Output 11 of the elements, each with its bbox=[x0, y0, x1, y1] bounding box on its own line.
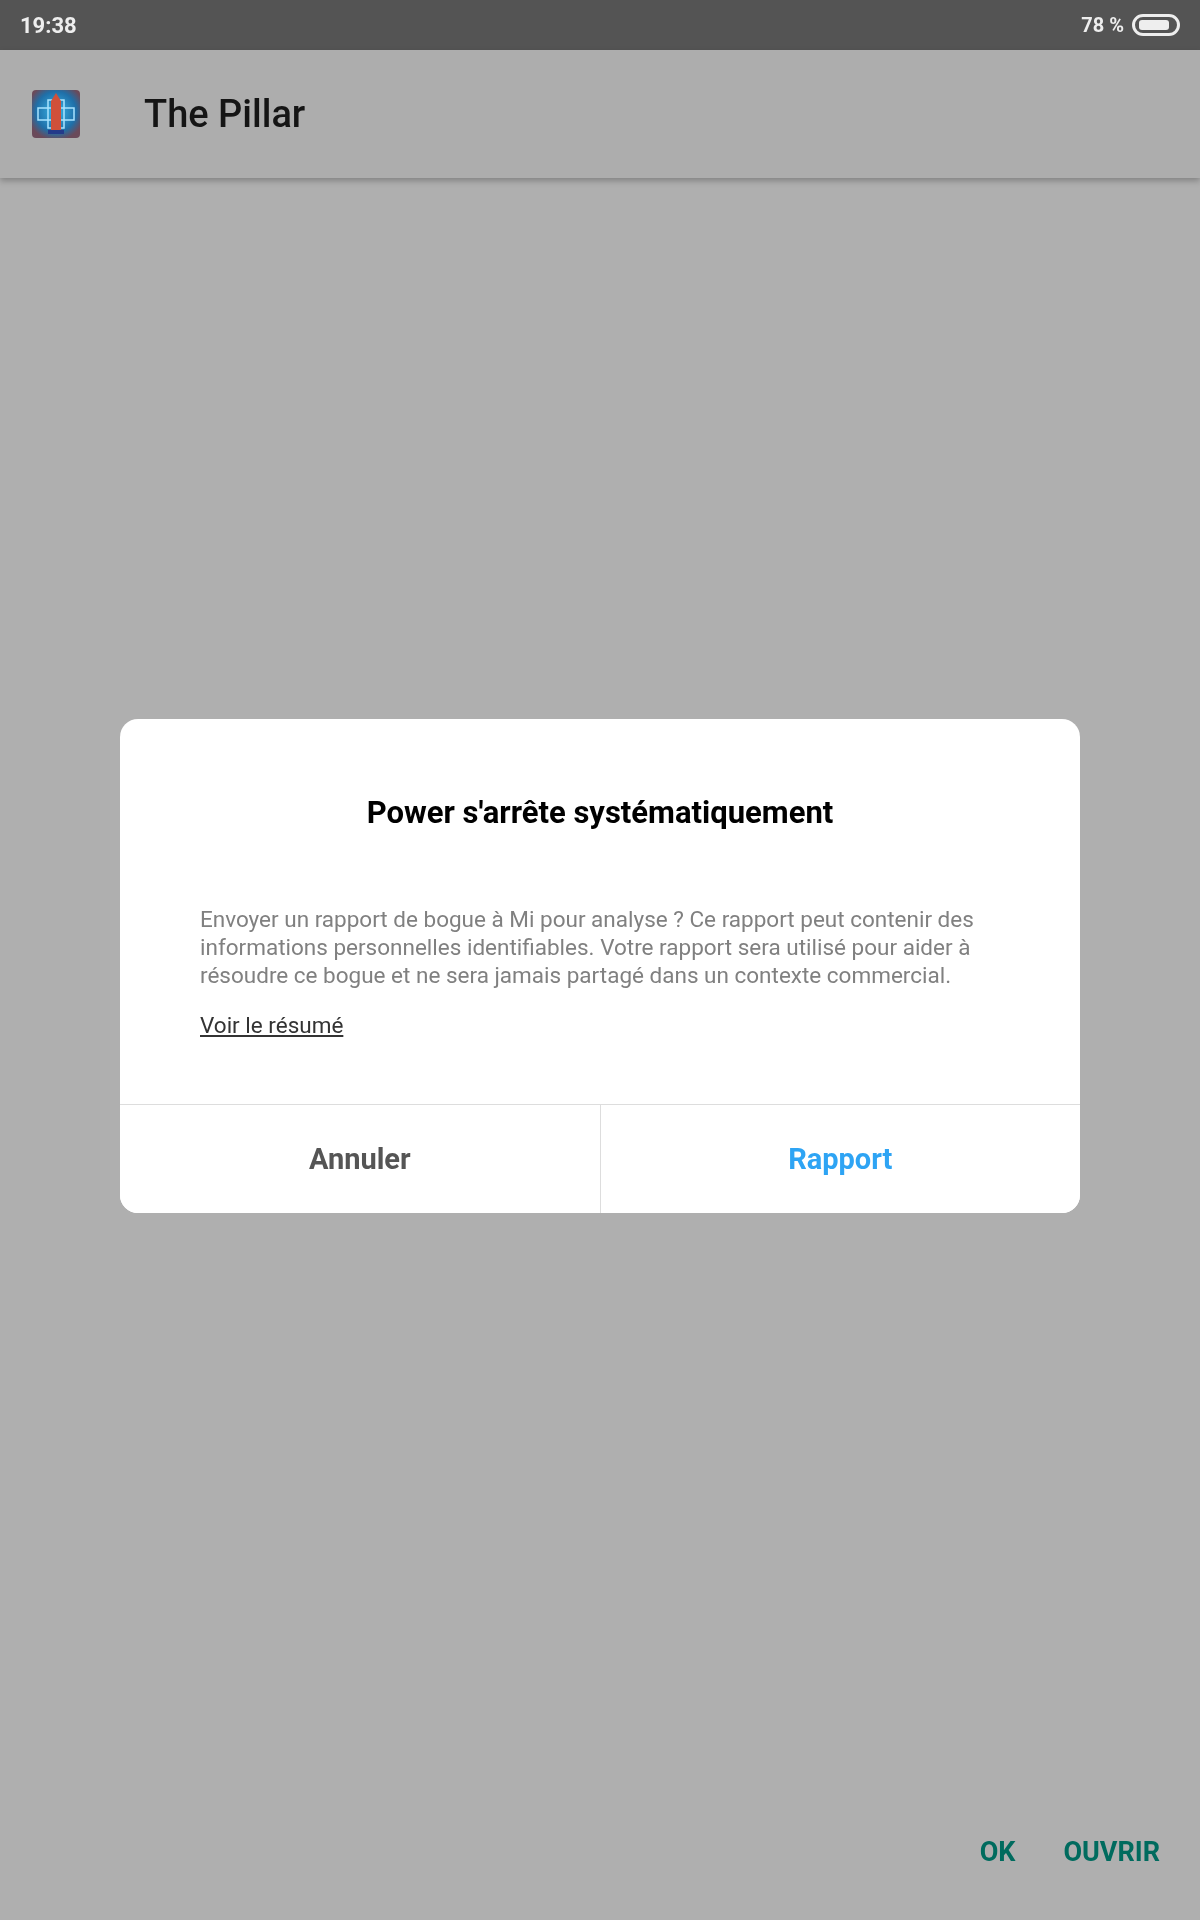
dialog-button[interactable]: Rapport bbox=[599, 1105, 1080, 1214]
summary-link[interactable]: Voir le résumé bbox=[200, 1008, 344, 1043]
battery-percentage: 78 % bbox=[1081, 12, 1124, 39]
action-button[interactable]: OUVRIR bbox=[1063, 1831, 1160, 1872]
status-time: 19:38 bbox=[20, 11, 77, 40]
dialog-title: Power s'arrête systématiquement bbox=[365, 793, 835, 833]
battery-icon bbox=[1132, 14, 1180, 36]
dialog-message: Envoyer un rapport de bogue à Mi pour analyse ? Ce rapport peut contenir des informations personnelles identifiables. Votre rapport sera utilisé pour aider à résoudre ce bogue et ne sera jamais partagé dans un contexte commercial. bbox=[200, 904, 975, 989]
action-button[interactable]: OK bbox=[979, 1831, 1016, 1872]
app-title: The Pillar bbox=[144, 90, 306, 138]
app-icon bbox=[32, 90, 80, 138]
